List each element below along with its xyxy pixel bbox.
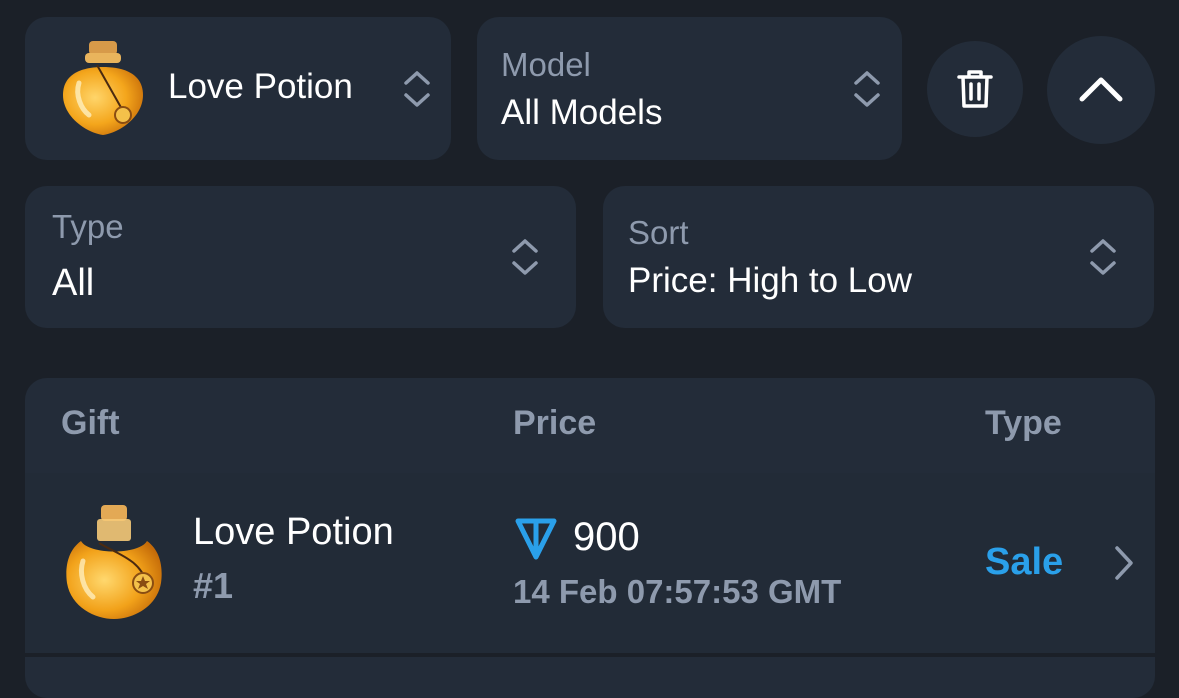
sort-select-label: Sort <box>628 214 689 251</box>
row-divider <box>25 653 1155 657</box>
chevron-updown-icon <box>1088 237 1118 277</box>
gift-select-value: Love Potion <box>168 67 353 106</box>
column-header-type: Type <box>985 404 1062 442</box>
column-header-price: Price <box>513 404 597 442</box>
ton-icon <box>512 517 560 561</box>
trash-icon <box>956 68 994 110</box>
type-select[interactable]: Type All <box>25 186 576 328</box>
price-date: 14 Feb 07:57:53 GMT <box>513 573 842 610</box>
column-header-gift: Gift <box>61 404 120 442</box>
model-select-value: All Models <box>501 93 663 132</box>
model-select-label: Model <box>501 46 591 83</box>
chevron-up-icon <box>1079 76 1123 102</box>
price-value: 900 <box>573 515 640 559</box>
type-select-value: All <box>52 262 95 304</box>
type-select-label: Type <box>52 208 124 245</box>
type-link[interactable]: Sale <box>985 541 1063 584</box>
gift-number: #1 <box>193 565 234 606</box>
sort-select[interactable]: Sort Price: High to Low <box>603 186 1154 328</box>
love-potion-icon <box>63 503 165 623</box>
sort-select-value: Price: High to Low <box>628 261 913 300</box>
model-select[interactable]: Model All Models <box>477 17 902 160</box>
chevron-updown-icon <box>402 69 432 109</box>
clear-filters-button[interactable] <box>927 41 1023 137</box>
chevron-updown-icon <box>510 237 540 277</box>
chevron-updown-icon <box>852 69 882 109</box>
chevron-right-icon <box>1113 545 1135 581</box>
collapse-filters-button[interactable] <box>1047 36 1155 144</box>
love-potion-icon <box>57 37 149 139</box>
gift-select[interactable]: Love Potion <box>25 17 451 160</box>
gift-name: Love Potion <box>193 511 394 553</box>
gifts-table: Gift Price Type Love Potion #1 900 14 Fe… <box>25 378 1155 698</box>
table-row[interactable]: Love Potion #1 900 14 Feb 07:57:53 GMT S… <box>25 473 1155 653</box>
